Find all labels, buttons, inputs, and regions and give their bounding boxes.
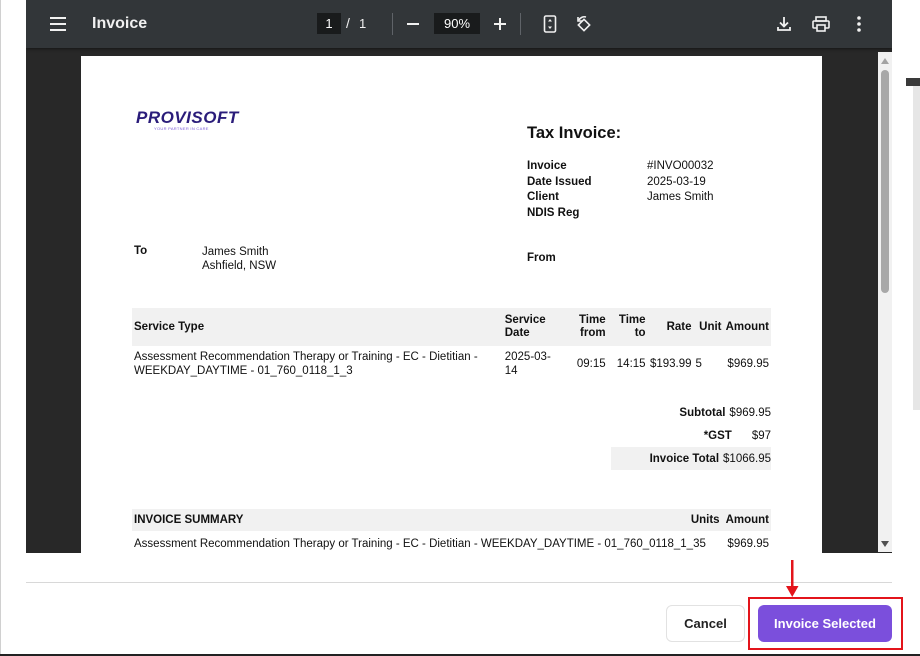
invoice-heading: Tax Invoice: (527, 124, 622, 142)
recipient-name: James Smith (202, 246, 269, 258)
more-options-icon[interactable] (843, 8, 875, 40)
toolbar-divider (392, 13, 393, 35)
zoom-in-icon[interactable] (484, 8, 516, 40)
table-row: Assessment Recommendation Therapy or Tra… (132, 346, 771, 382)
recipient-address: Ashfield, NSW (202, 260, 277, 272)
invoice-total-row: Invoice Total $1066.95 (611, 447, 771, 470)
pdf-viewer: Invoice 1 / 1 90% PROVISOFT YOUR PARTNER… (26, 0, 892, 553)
page-total: 1 (359, 16, 367, 31)
subtotal-label: Subtotal (679, 406, 726, 419)
annotation-highlight-box (748, 597, 903, 650)
fit-page-icon[interactable] (534, 8, 566, 40)
download-icon[interactable] (768, 8, 800, 40)
cell-amount: $969.95 (727, 358, 769, 370)
invoice-preview-modal: Invoice 1 / 1 90% PROVISOFT YOUR PARTNER… (0, 0, 920, 656)
print-icon[interactable] (805, 8, 837, 40)
company-logo: PROVISOFT YOUR PARTNER IN CARE (136, 108, 239, 131)
summary-units-label: Units (690, 514, 720, 526)
page-number-input[interactable]: 1 (317, 13, 341, 34)
col-service-type: Service Type (132, 308, 503, 346)
from-label: From (527, 252, 556, 264)
gst-value: $97 (751, 429, 771, 442)
scroll-thumb[interactable] (881, 70, 889, 293)
summary-amount-label: Amount (725, 514, 769, 526)
footer-divider (26, 582, 892, 583)
cell-unit: 5 (695, 358, 702, 370)
summary-service: Assessment Recommendation Therapy or Tra… (134, 538, 700, 550)
meta-value: 2025-03-19 (647, 175, 706, 188)
toolbar-divider (520, 13, 521, 35)
page-separator: / (346, 15, 350, 31)
modal-left-border (0, 0, 1, 656)
meta-label: Client (527, 191, 559, 203)
summary-row: Assessment Recommendation Therapy or Tra… (132, 538, 771, 550)
col-amount: Amount (723, 308, 771, 346)
summary-units: 5 (699, 538, 706, 550)
scroll-up-icon[interactable] (881, 58, 889, 64)
cell-time-to: 14:15 (616, 358, 646, 370)
meta-row: Client James Smith (527, 191, 714, 207)
invoice-total-value: $1066.95 (723, 452, 771, 465)
zoom-out-icon[interactable] (397, 8, 429, 40)
document-title: Invoice (92, 15, 148, 32)
invoice-total-label: Invoice Total (649, 452, 720, 465)
gst-row: *GST $97 (611, 424, 771, 447)
pdf-page: PROVISOFT YOUR PARTNER IN CARE Tax Invoi… (81, 56, 822, 553)
logo-text: PROVISOFT (136, 108, 239, 127)
subtotal-row: Subtotal $969.95 (611, 401, 771, 424)
col-unit: Unit (693, 308, 724, 346)
summary-heading: INVOICE SUMMARY (134, 514, 244, 526)
meta-value: James Smith (647, 191, 714, 203)
annotation-arrow-icon (785, 560, 799, 603)
cell-service-type: Assessment Recommendation Therapy or Tra… (134, 351, 478, 377)
cell-service-date: 2025-03-14 (504, 351, 551, 377)
col-service-date: Service Date (502, 308, 563, 346)
totals-block: Subtotal $969.95 *GST $97 Invoice Total … (611, 401, 771, 470)
meta-row: Invoice #INVO00032 (527, 160, 714, 176)
summary-amount: $969.95 (727, 538, 769, 550)
col-time-to: Time to (607, 308, 648, 346)
pdf-toolbar: Invoice 1 / 1 90% (26, 0, 892, 48)
cell-rate: $193.99 (649, 358, 692, 370)
scroll-down-icon[interactable] (881, 541, 889, 547)
summary-header-row: INVOICE SUMMARY Units Amount (132, 509, 771, 531)
services-table: Service Type Service Date Time from Time… (132, 308, 771, 382)
subtotal-value: $969.95 (729, 406, 771, 419)
cancel-button[interactable]: Cancel (666, 605, 745, 642)
meta-row: Date Issued 2025-03-19 (527, 176, 714, 192)
meta-label: Invoice (527, 160, 567, 172)
zoom-level-input[interactable]: 90% (434, 13, 480, 34)
page-scroll-arrow (906, 78, 920, 86)
meta-row: NDIS Reg (527, 207, 714, 223)
rotate-icon[interactable] (568, 8, 600, 40)
to-label: To (134, 245, 148, 257)
recipient-block: James Smith Ashfield, NSW (202, 245, 276, 273)
table-header-row: Service Type Service Date Time from Time… (132, 308, 771, 346)
cell-time-from: 09:15 (576, 358, 606, 370)
pdf-scrollbar[interactable] (878, 52, 892, 552)
gst-label: *GST (703, 429, 732, 442)
page-scrollbar-track (913, 86, 920, 410)
invoice-meta: Invoice #INVO00032 Date Issued 2025-03-1… (527, 160, 714, 222)
pdf-viewport[interactable]: PROVISOFT YOUR PARTNER IN CARE Tax Invoi… (26, 48, 892, 553)
meta-value: #INVO00032 (647, 160, 714, 172)
col-time-from: Time from (562, 308, 608, 346)
meta-label: NDIS Reg (527, 206, 580, 219)
col-rate: Rate (647, 308, 694, 346)
menu-icon[interactable] (43, 8, 75, 40)
meta-label: Date Issued (527, 175, 592, 188)
